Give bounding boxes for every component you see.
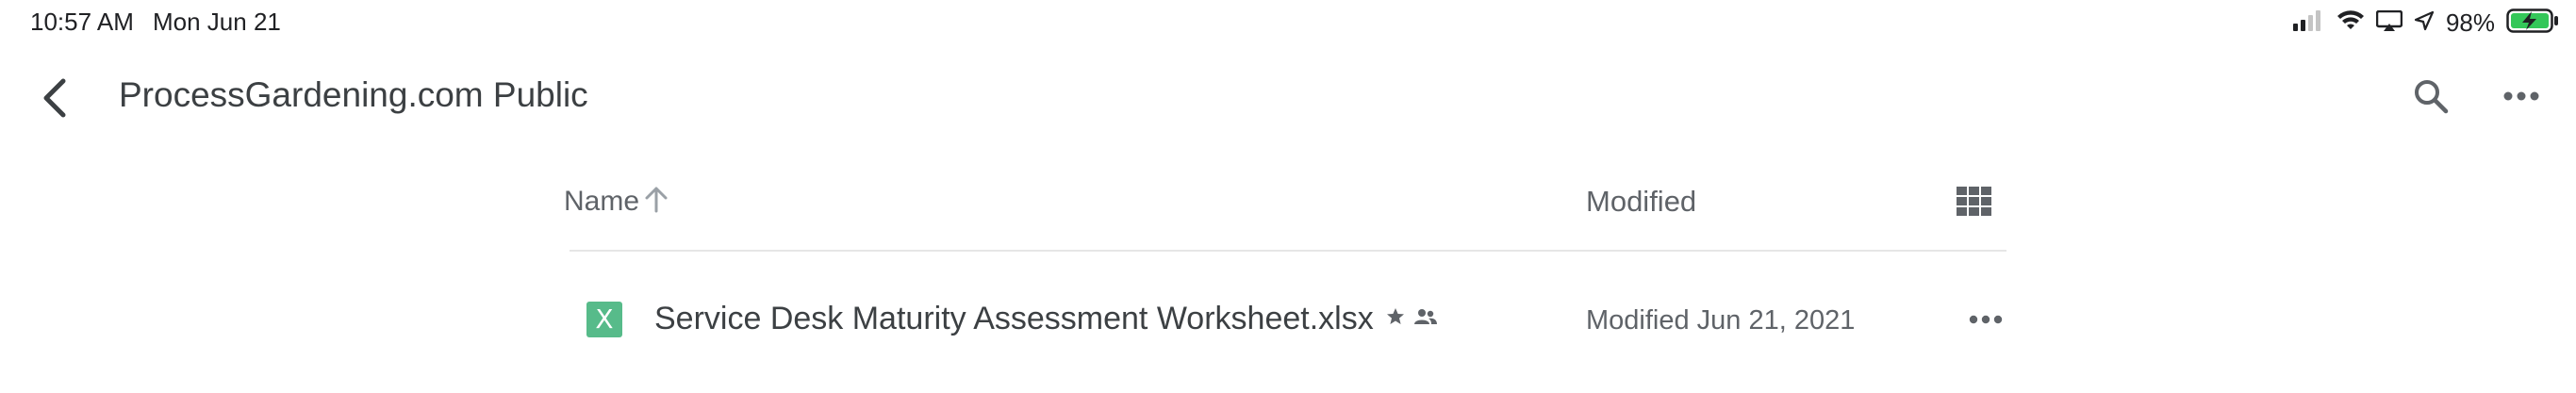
more-options-button[interactable] <box>2495 72 2548 124</box>
wifi-icon <box>2337 9 2365 36</box>
more-horizontal-icon <box>1969 312 2003 329</box>
screen-mirroring-icon <box>2375 9 2403 36</box>
file-row[interactable]: X Service Desk Maturity Assessment Works… <box>570 283 2006 356</box>
battery-charging-icon <box>2506 8 2559 38</box>
arrow-up-icon <box>643 185 669 218</box>
more-horizontal-icon <box>2502 90 2540 106</box>
file-name: Service Desk Maturity Assessment Workshe… <box>654 301 1374 336</box>
folder-title: ProcessGardening.com Public <box>119 75 588 114</box>
back-button[interactable] <box>28 74 81 126</box>
sort-by-modified-button[interactable]: Modified <box>1586 185 1696 219</box>
battery-percent: 98% <box>2445 8 2495 37</box>
file-more-options-button[interactable] <box>1963 298 2008 343</box>
status-indicators: 98% <box>2292 8 2559 38</box>
spreadsheet-file-icon: X <box>586 302 622 337</box>
name-column-label: Name <box>564 185 640 217</box>
status-bar: 10:57 AM Mon Jun 21 98% <box>0 0 2576 45</box>
sort-by-name-button[interactable]: Name <box>564 185 669 218</box>
status-time: 10:57 AM <box>30 8 134 36</box>
grid-view-icon <box>1957 186 1992 221</box>
header-divider <box>570 250 2006 252</box>
cellular-signal-icon <box>2292 9 2325 36</box>
file-status-icons <box>1386 307 1437 331</box>
search-icon <box>2412 77 2450 120</box>
chevron-left-icon <box>41 77 69 123</box>
shared-people-icon <box>1414 308 1437 330</box>
file-modified-date: Modified Jun 21, 2021 <box>1586 305 1856 336</box>
status-date: Mon Jun 21 <box>153 8 281 36</box>
star-icon <box>1386 307 1405 331</box>
view-toggle-button[interactable] <box>1952 185 1997 222</box>
location-arrow-icon <box>2414 10 2435 36</box>
search-button[interactable] <box>2404 72 2457 124</box>
